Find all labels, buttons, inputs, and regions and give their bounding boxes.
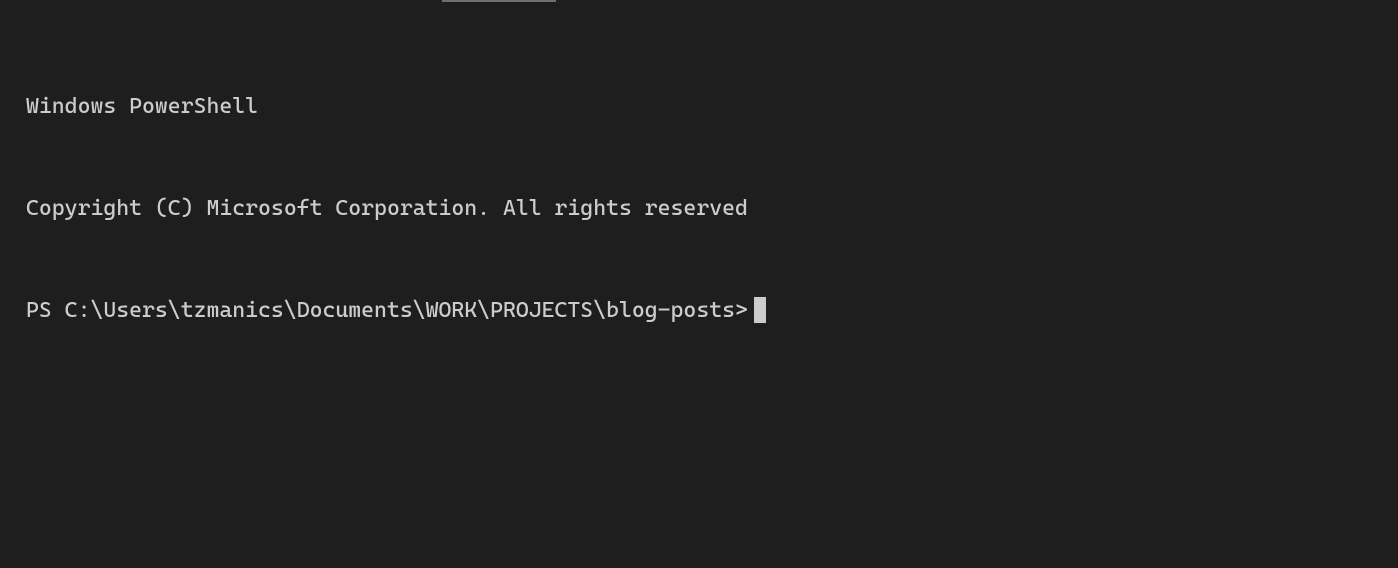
prompt-suffix: > [735,294,748,328]
terminal-output[interactable]: Windows PowerShell Copyright (C) Microso… [26,22,766,362]
shell-title: Windows PowerShell [26,90,766,124]
prompt-path: C:\Users\tzmanics\Documents\WORK\PROJECT… [65,294,735,328]
prompt-line[interactable]: PS C:\Users\tzmanics\Documents\WORK\PROJ… [26,294,766,328]
shell-copyright: Copyright (C) Microsoft Corporation. All… [26,192,766,226]
active-tab-indicator [442,0,556,2]
prompt-prefix: PS [26,294,65,328]
cursor-icon [754,297,766,323]
